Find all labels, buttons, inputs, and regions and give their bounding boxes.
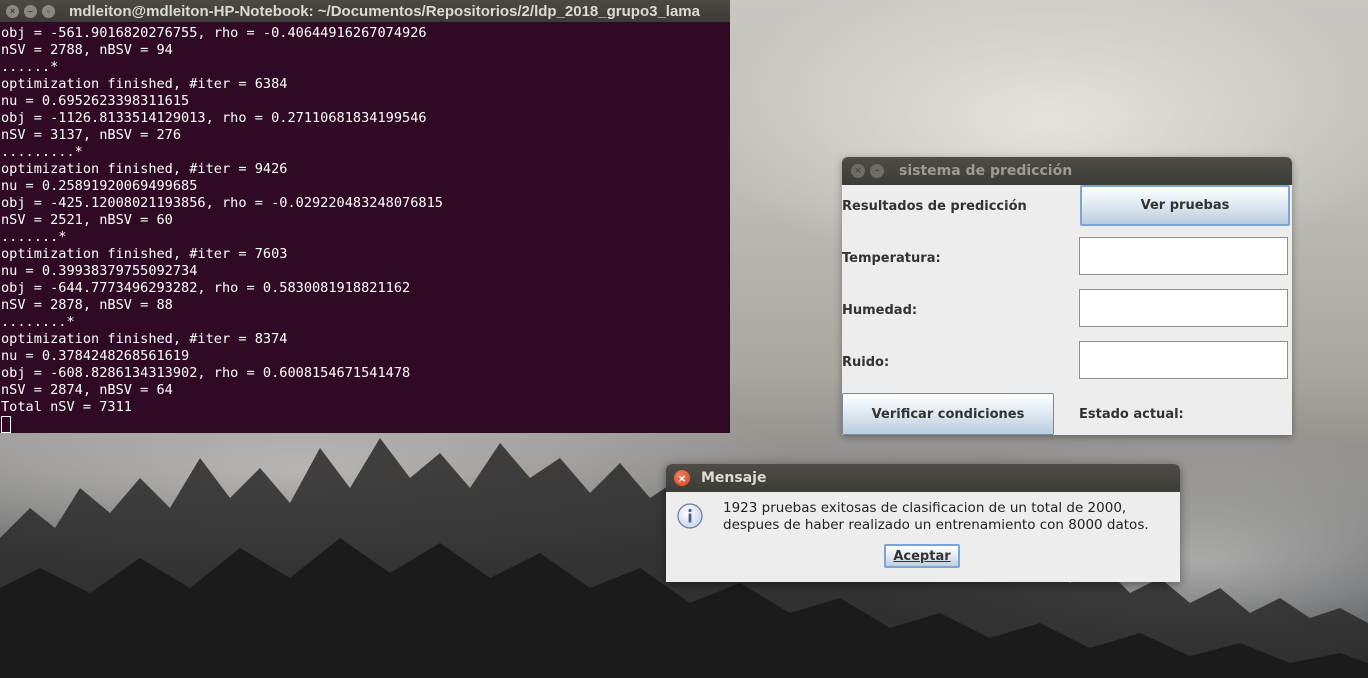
temperature-label: Temperatura:	[842, 251, 941, 266]
dialog-titlebar[interactable]: × Mensaje	[666, 464, 1180, 492]
dialog-message: 1923 pruebas exitosas de clasificacion d…	[723, 500, 1149, 534]
close-icon[interactable]: ×	[6, 4, 19, 18]
terminal-line: nu = 0.6952623398311615	[1, 93, 190, 109]
terminal-line: obj = -644.7773496293282, rho = 0.583008…	[1, 280, 411, 296]
status-label: Estado actual:	[1079, 407, 1184, 422]
view-tests-button[interactable]: Ver pruebas	[1080, 185, 1290, 226]
humidity-label: Humedad:	[842, 303, 918, 318]
terminal-line: obj = -561.9016820276755, rho = -0.40644…	[1, 25, 427, 41]
terminal-line: nSV = 2521, nBSV = 60	[1, 212, 173, 228]
terminal-output[interactable]: obj = -561.9016820276755, rho = -0.40644…	[0, 22, 730, 435]
message-line-1: 1923 pruebas exitosas de clasificacion d…	[723, 500, 1127, 516]
terminal-line: nu = 0.3784248268561619	[1, 348, 190, 364]
terminal-line: ......*	[1, 59, 59, 75]
message-dialog[interactable]: × Mensaje 1923 pruebas exitosas de clasi…	[666, 464, 1180, 582]
humidity-field[interactable]	[1079, 289, 1288, 327]
terminal-line: optimization finished, #iter = 9426	[1, 161, 288, 177]
close-icon[interactable]: ×	[674, 470, 690, 486]
terminal-line: ........*	[1, 314, 75, 330]
results-label: Resultados de predicción	[842, 199, 1027, 214]
accept-button[interactable]: Aceptar	[884, 544, 960, 568]
dialog-title: Mensaje	[701, 470, 767, 486]
message-line-2: despues de haber realizado un entrenamie…	[723, 517, 1149, 533]
info-icon	[677, 503, 703, 529]
terminal-title: mdleiton@mdleiton-HP-Notebook: ~/Documen…	[69, 2, 700, 20]
noise-field[interactable]	[1079, 341, 1288, 379]
close-icon[interactable]: ×	[851, 164, 865, 178]
terminal-scrollbar[interactable]	[727, 252, 730, 433]
terminal-line: nSV = 2878, nBSV = 88	[1, 297, 173, 313]
terminal-titlebar[interactable]: × – ▫ mdleiton@mdleiton-HP-Notebook: ~/D…	[0, 0, 730, 22]
terminal-line: optimization finished, #iter = 8374	[1, 331, 288, 347]
terminal-line: Total nSV = 7311	[1, 399, 132, 415]
terminal-line: nSV = 2874, nBSV = 64	[1, 382, 173, 398]
terminal-line: .........*	[1, 144, 83, 160]
terminal-line: nu = 0.39938379755092734	[1, 263, 198, 279]
terminal-line: nu = 0.25891920069499685	[1, 178, 198, 194]
minimize-icon[interactable]: –	[24, 4, 37, 18]
temperature-field[interactable]	[1079, 237, 1288, 275]
terminal-line: obj = -608.8286134313902, rho = 0.600815…	[1, 365, 411, 381]
terminal-line: obj = -425.12008021193856, rho = -0.0292…	[1, 195, 443, 211]
terminal-line: optimization finished, #iter = 6384	[1, 76, 288, 92]
noise-label: Ruido:	[842, 355, 890, 370]
terminal-cursor	[1, 416, 11, 433]
window-title: sistema de predicción	[899, 163, 1073, 179]
terminal-prompt-line	[1, 416, 730, 435]
terminal-line: optimization finished, #iter = 7603	[1, 246, 288, 262]
accept-button-label: Aceptar	[893, 548, 951, 564]
verify-conditions-button[interactable]: Verificar condiciones	[842, 393, 1054, 435]
prediction-titlebar[interactable]: × – sistema de predicción	[842, 157, 1292, 185]
terminal-line: nSV = 3137, nBSV = 276	[1, 127, 182, 143]
terminal-window[interactable]: × – ▫ mdleiton@mdleiton-HP-Notebook: ~/D…	[0, 0, 730, 433]
terminal-line: .......*	[1, 229, 67, 245]
terminal-line: obj = -1126.8133514129013, rho = 0.27110…	[1, 110, 427, 126]
maximize-icon[interactable]: ▫	[42, 4, 55, 18]
prediction-window[interactable]: × – sistema de predicción Resultados de …	[842, 157, 1292, 435]
minimize-icon[interactable]: –	[870, 164, 884, 178]
terminal-line: nSV = 2788, nBSV = 94	[1, 42, 173, 58]
